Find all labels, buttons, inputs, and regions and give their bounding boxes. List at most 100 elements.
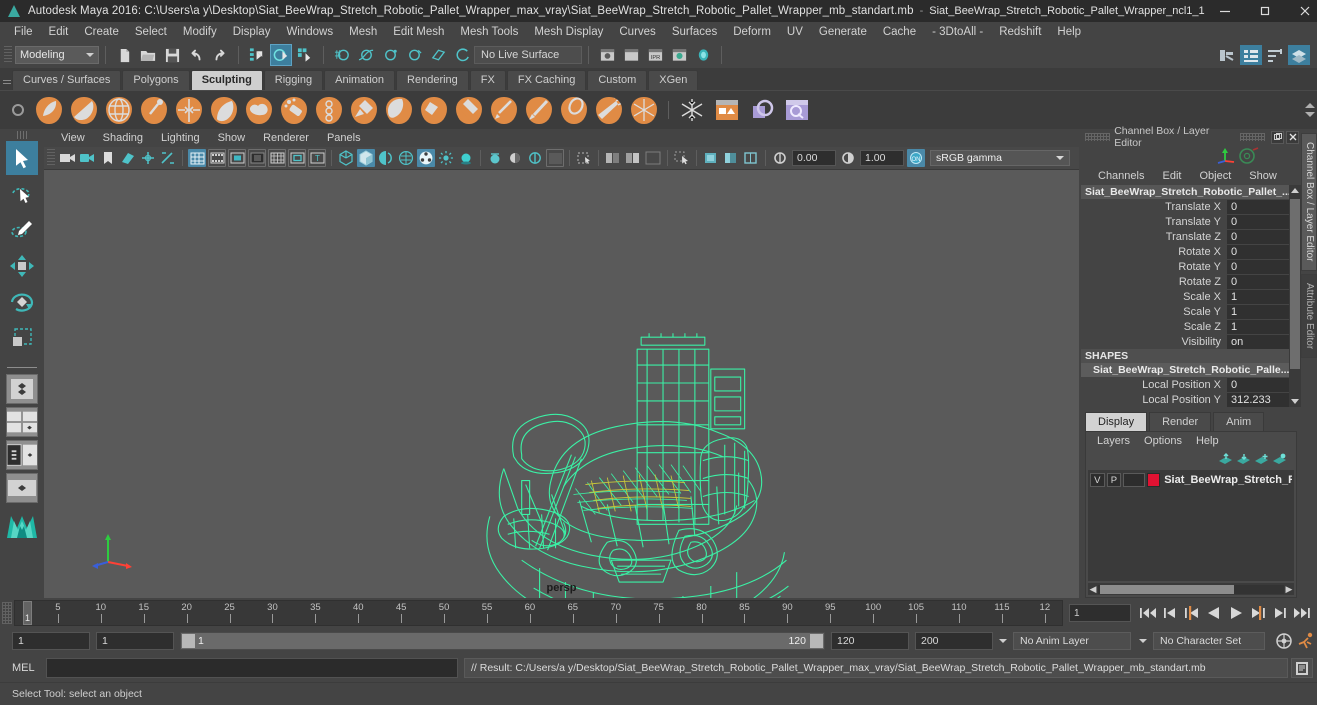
- shelf-tab-rendering[interactable]: Rendering: [396, 70, 469, 90]
- play-backwards-icon[interactable]: [1203, 602, 1225, 624]
- render-current-frame-icon[interactable]: [620, 44, 642, 66]
- two-sided-lighting-icon[interactable]: [79, 149, 97, 167]
- shelf-tab-curves-surfaces[interactable]: Curves / Surfaces: [12, 70, 122, 90]
- select-by-hierarchy-icon[interactable]: [246, 44, 268, 66]
- character-set-selector[interactable]: No Character Set: [1153, 632, 1265, 650]
- shelf-tab-fx-caching[interactable]: FX Caching: [506, 70, 587, 90]
- texture-wireframe-icon[interactable]: [742, 149, 760, 167]
- menu-uv[interactable]: UV: [779, 22, 811, 42]
- color-management-toggle-icon[interactable]: ON: [907, 149, 925, 167]
- menu-generate[interactable]: Generate: [811, 22, 875, 42]
- imprint-tool-icon[interactable]: [347, 94, 380, 126]
- scroll-left-icon[interactable]: ◀: [1088, 584, 1098, 594]
- resolution-gate-icon[interactable]: [159, 149, 177, 167]
- wax-tool-icon[interactable]: [382, 94, 415, 126]
- render-setup-icon[interactable]: [1216, 45, 1238, 65]
- motion-blur-icon[interactable]: [486, 149, 504, 167]
- anim-layer-selector[interactable]: No Anim Layer: [1013, 632, 1131, 650]
- select-by-component-icon[interactable]: [294, 44, 316, 66]
- camera-attributes-icon[interactable]: [59, 149, 77, 167]
- range-slider-bar[interactable]: 1 120: [180, 632, 825, 650]
- viewport-extra-icon[interactable]: [644, 149, 662, 167]
- menu-windows[interactable]: Windows: [278, 22, 341, 42]
- shadows-icon[interactable]: [437, 149, 455, 167]
- menu-3dtoall[interactable]: - 3DtoAll -: [924, 22, 991, 42]
- four-view-layout-button[interactable]: [6, 407, 38, 437]
- xray-active-components-icon[interactable]: [624, 149, 642, 167]
- close-panel-icon[interactable]: [1286, 130, 1299, 144]
- shelf-grip[interactable]: [2, 70, 12, 90]
- step-back-frame-icon[interactable]: [1181, 602, 1203, 624]
- lasso-select-tool-button[interactable]: [6, 177, 38, 211]
- use-lights-icon[interactable]: [417, 149, 435, 167]
- current-frame-field[interactable]: 1: [1069, 604, 1131, 622]
- play-forwards-icon[interactable]: [1225, 602, 1247, 624]
- film-gate-icon[interactable]: [139, 149, 157, 167]
- grid-icon[interactable]: [188, 149, 206, 167]
- viewport-menu-show[interactable]: Show: [209, 128, 255, 148]
- menu-modify[interactable]: Modify: [175, 22, 225, 42]
- scrollbar-track[interactable]: [1098, 584, 1284, 594]
- xray-joints-icon[interactable]: [604, 149, 622, 167]
- hypergraph-persp-layout-button[interactable]: [6, 473, 38, 503]
- pinch-tool-icon[interactable]: [172, 94, 205, 126]
- select-objects-icon[interactable]: [673, 149, 691, 167]
- perspective-viewport[interactable]: persp: [44, 170, 1079, 598]
- sculpt-layer-icon[interactable]: [745, 94, 778, 126]
- gamma-icon[interactable]: [839, 149, 857, 167]
- scroll-down-icon[interactable]: [1305, 112, 1315, 117]
- smooth-shade-icon[interactable]: [357, 149, 375, 167]
- viewport-menu-view[interactable]: View: [52, 128, 94, 148]
- menu-curves[interactable]: Curves: [611, 22, 663, 42]
- freeze-tool-icon[interactable]: [627, 94, 660, 126]
- anim-end-time-field[interactable]: 200: [915, 632, 993, 650]
- scroll-down-icon[interactable]: [1291, 399, 1299, 404]
- make-live-icon[interactable]: [451, 44, 473, 66]
- shelf-tab-custom[interactable]: Custom: [587, 70, 648, 90]
- scale-tool-button[interactable]: [6, 321, 38, 355]
- sculpt-ui-icon[interactable]: [780, 94, 813, 126]
- scroll-up-icon[interactable]: [1305, 103, 1315, 108]
- redo-icon[interactable]: [209, 44, 231, 66]
- snap-point-icon[interactable]: [379, 44, 401, 66]
- smear-tool-icon[interactable]: [522, 94, 555, 126]
- flatten-tool-icon[interactable]: [207, 94, 240, 126]
- menu-create[interactable]: Create: [76, 22, 127, 42]
- live-surface-field[interactable]: No Live Surface: [474, 46, 582, 64]
- move-tool-button[interactable]: [6, 249, 38, 283]
- playback-start-time-field[interactable]: 1: [96, 632, 174, 650]
- close-icon[interactable]: [1285, 0, 1317, 22]
- new-layer-from-selected-icon[interactable]: [1270, 451, 1288, 467]
- shelf-tab-xgen[interactable]: XGen: [648, 70, 699, 90]
- layer-playback-toggle[interactable]: P: [1106, 473, 1122, 487]
- undo-icon[interactable]: [185, 44, 207, 66]
- render-settings-icon[interactable]: [668, 44, 690, 66]
- layer-list[interactable]: V P Siat_BeeWrap_Stretch_R: [1088, 470, 1294, 581]
- time-slider-grip[interactable]: [2, 602, 12, 624]
- channel-box-menu-object[interactable]: Object: [1190, 166, 1240, 186]
- menu-surfaces[interactable]: Surfaces: [664, 22, 725, 42]
- current-time-indicator[interactable]: 1: [23, 601, 32, 625]
- resolution-gate-toggle-icon[interactable]: [228, 149, 246, 167]
- fill-tool-icon[interactable]: [452, 94, 485, 126]
- scrape-tool-icon[interactable]: [417, 94, 450, 126]
- move-layer-up-icon[interactable]: [1216, 451, 1234, 467]
- knife-tool-icon[interactable]: [487, 94, 520, 126]
- single-perspective-layout-button[interactable]: [6, 374, 38, 404]
- shelf-tab-polygons[interactable]: Polygons: [122, 70, 190, 90]
- viewport-menu-panels[interactable]: Panels: [318, 128, 370, 148]
- viewport-menu-renderer[interactable]: Renderer: [254, 128, 318, 148]
- color-management-selector[interactable]: sRGB gamma: [930, 150, 1070, 166]
- anim-start-time-field[interactable]: 1: [12, 632, 90, 650]
- texture-filter-icon[interactable]: [722, 149, 740, 167]
- layer-color-swatch[interactable]: [1146, 473, 1161, 487]
- shelf-scroll-buttons[interactable]: [1303, 91, 1317, 129]
- new-layer-icon[interactable]: [1252, 451, 1270, 467]
- viewport-menu-lighting[interactable]: Lighting: [152, 128, 209, 148]
- go-to-start-icon[interactable]: [1137, 602, 1159, 624]
- menu-set-selector[interactable]: Modeling: [15, 46, 99, 64]
- isolate-select-icon[interactable]: [546, 149, 564, 167]
- open-scene-icon[interactable]: [137, 44, 159, 66]
- scroll-right-icon[interactable]: ▶: [1284, 584, 1294, 594]
- attribute-editor-toggle-icon[interactable]: [1264, 45, 1286, 65]
